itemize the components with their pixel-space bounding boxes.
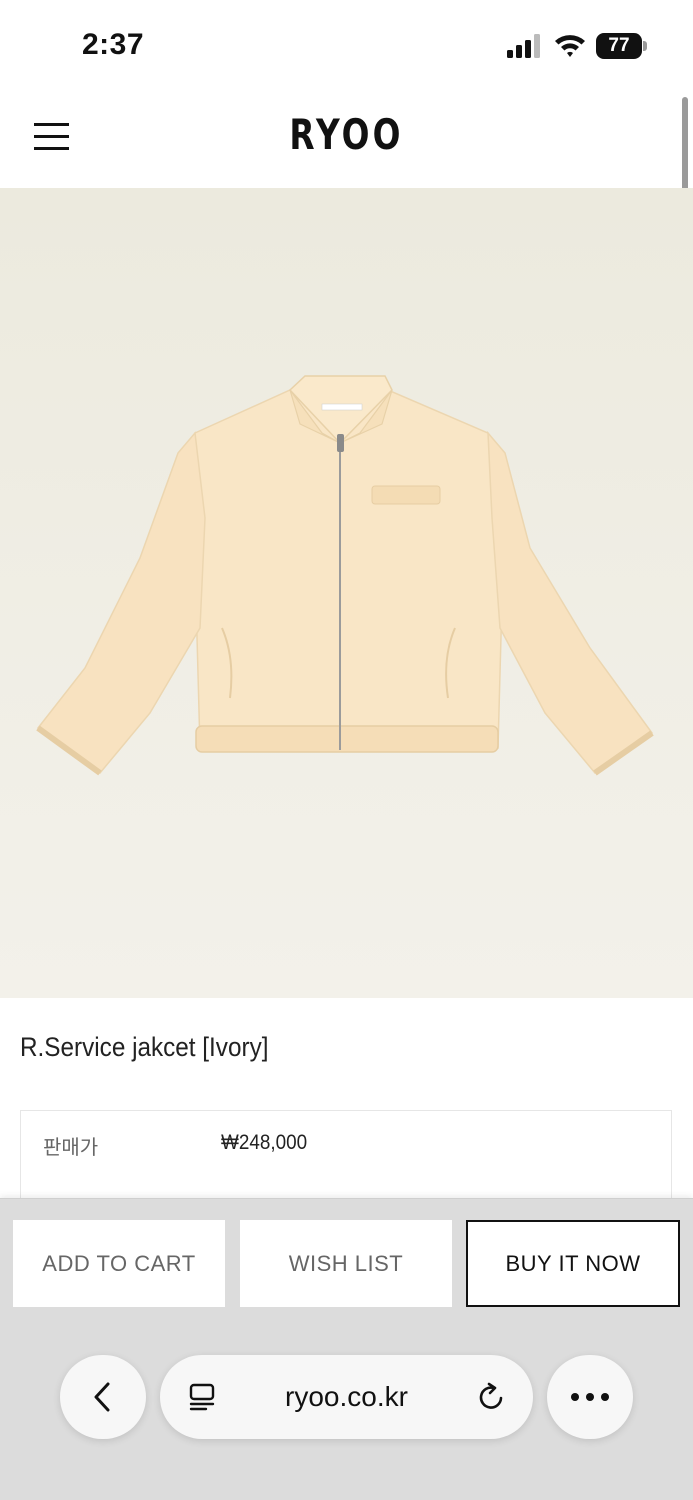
hamburger-menu-icon[interactable] — [32, 120, 72, 152]
browser-back-button[interactable] — [60, 1355, 146, 1439]
price-table: 판매가 ₩248,000 — [20, 1110, 672, 1210]
chevron-left-icon — [94, 1382, 110, 1412]
jacket-illustration — [36, 375, 654, 776]
wifi-icon — [555, 35, 585, 57]
reload-icon[interactable] — [475, 1381, 507, 1413]
product-name: R.Service jakcet [Ivory] — [20, 1032, 269, 1062]
status-bar: 2:37 77 — [0, 0, 693, 92]
site-logo[interactable]: RYOO — [76, 110, 617, 159]
wish-list-button[interactable]: WISH LIST — [240, 1220, 452, 1307]
address-bar[interactable]: ryoo.co.kr — [160, 1355, 533, 1439]
browser-more-button[interactable] — [547, 1355, 633, 1439]
buy-it-now-button[interactable]: BUY IT NOW — [466, 1220, 680, 1307]
product-image[interactable] — [0, 188, 693, 998]
more-icon — [571, 1393, 609, 1401]
price-label: 판매가 — [43, 1137, 99, 1159]
cellular-signal-icon — [507, 34, 540, 58]
price-value: ₩248,000 — [221, 1131, 308, 1154]
battery-level: 77 — [608, 35, 630, 56]
battery-icon: 77 — [596, 33, 648, 59]
site-header: RYOO — [0, 92, 693, 188]
status-time: 2:37 — [82, 28, 145, 61]
add-to-cart-button[interactable]: ADD TO CART — [13, 1220, 225, 1307]
